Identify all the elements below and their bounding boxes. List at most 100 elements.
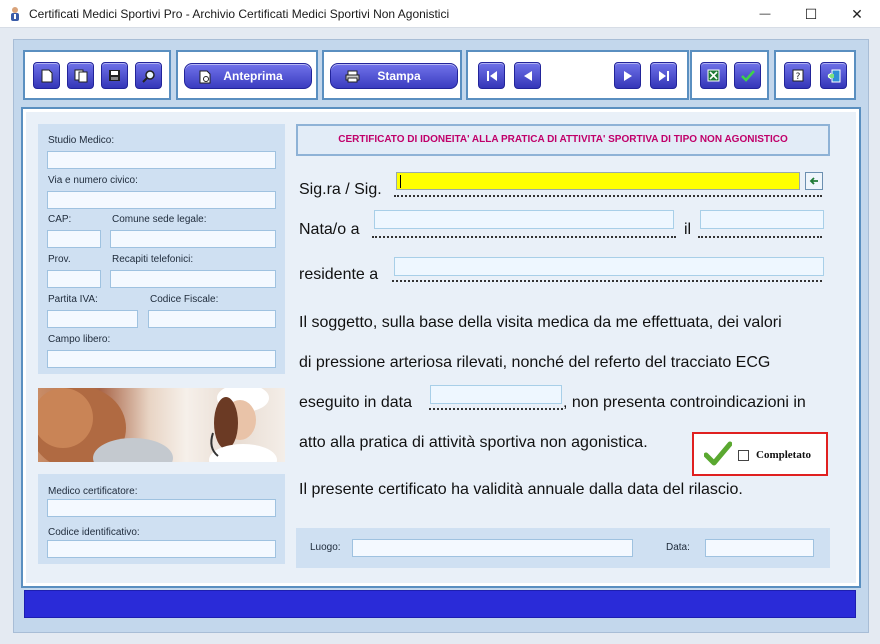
main-panel: Studio Medico: Via e numero civico: CAP:…: [21, 107, 861, 588]
paragraph-line-4: atto alla pratica di attività sportiva n…: [299, 434, 648, 451]
free-field[interactable]: [47, 350, 276, 368]
first-record-button[interactable]: [478, 62, 505, 89]
free-field-label: Campo libero:: [48, 334, 111, 345]
place-field[interactable]: [352, 539, 633, 557]
new-button[interactable]: [33, 62, 60, 89]
exit-button[interactable]: [820, 62, 847, 89]
new-icon: [41, 69, 52, 82]
birthdate-field[interactable]: [700, 210, 824, 229]
maximize-button[interactable]: ☐: [788, 0, 834, 28]
search-button[interactable]: [135, 62, 162, 89]
green-checkmark-icon: [704, 441, 732, 466]
svg-text:?: ?: [795, 72, 800, 82]
exam-date-field[interactable]: [430, 385, 562, 404]
minimize-button[interactable]: —: [742, 0, 788, 28]
completed-label: Completato: [756, 449, 811, 461]
toolbar-preview-group: Anteprima: [176, 50, 318, 100]
search-icon: [141, 69, 155, 83]
date-label: Data:: [666, 542, 690, 553]
name-lookup-button[interactable]: [805, 172, 823, 190]
copy-icon: [74, 69, 87, 82]
address-label: Via e numero civico:: [48, 175, 138, 186]
first-record-icon: [486, 70, 497, 81]
print-icon: [345, 70, 360, 83]
birthplace-field[interactable]: [374, 210, 674, 229]
residence-field[interactable]: [394, 257, 824, 276]
studio-label: Studio Medico:: [48, 135, 115, 146]
comune-label: Comune sede legale:: [112, 214, 207, 225]
date-field[interactable]: [705, 539, 814, 557]
address-field[interactable]: [47, 191, 276, 209]
studio-card: Studio Medico: Via e numero civico: CAP:…: [38, 124, 285, 374]
last-record-button[interactable]: [650, 62, 677, 89]
vat-label: Partita IVA:: [48, 294, 98, 305]
vat-field[interactable]: [47, 310, 138, 328]
doctor-field[interactable]: [47, 499, 276, 517]
copy-button[interactable]: [67, 62, 94, 89]
window-body: Anteprima Stampa ? Studio Medico: Via e …: [0, 28, 880, 644]
phone-field[interactable]: [110, 270, 276, 288]
close-button[interactable]: ✕: [834, 0, 880, 28]
prov-field[interactable]: [47, 270, 101, 288]
preview-button[interactable]: Anteprima: [184, 63, 312, 89]
doctor-patient-image: [38, 388, 277, 462]
toolbar-help-group: ?: [774, 50, 856, 100]
status-bar: [24, 590, 856, 618]
preview-icon: [199, 70, 211, 84]
validity-text: Il presente certificato ha validità annu…: [299, 481, 743, 498]
name-prefix: Sig.ra / Sig.: [299, 181, 382, 198]
born-on-label: il: [684, 221, 692, 238]
help-icon: ?: [792, 69, 803, 82]
residence-dots: [392, 280, 822, 282]
toolbar-file-group: [23, 50, 171, 100]
arrow-left-icon: [809, 177, 818, 185]
app-icon: [11, 7, 19, 21]
completed-box: Completato: [692, 432, 828, 476]
doctor-photo: [38, 388, 285, 462]
doctor-card: Medico certificatore: Codice identificat…: [38, 474, 285, 564]
preview-label: Anteprima: [223, 69, 283, 83]
main-panel-inner: Studio Medico: Via e numero civico: CAP:…: [26, 112, 856, 583]
title-bar: Certificati Medici Sportivi Pro - Archiv…: [0, 0, 880, 28]
birthdate-dots: [698, 236, 822, 238]
comune-field[interactable]: [110, 230, 276, 248]
doctor-label: Medico certificatore:: [48, 486, 138, 497]
place-label: Luogo:: [310, 542, 341, 553]
exam-date-dots: [429, 408, 563, 410]
confirm-icon: [740, 69, 755, 82]
prov-label: Prov.: [48, 254, 71, 265]
paragraph-line-3b: , non presenta controindicazioni in: [563, 394, 806, 411]
toolbar-navigation-group: [466, 50, 689, 100]
window-title: Certificati Medici Sportivi Pro - Archiv…: [29, 7, 450, 21]
patient-name-field[interactable]: [396, 172, 800, 190]
cap-field[interactable]: [47, 230, 101, 248]
save-button[interactable]: [101, 62, 128, 89]
studio-field[interactable]: [47, 151, 276, 169]
save-icon: [109, 70, 120, 81]
toolbar-actions-group: [690, 50, 769, 100]
certificate-title-box: CERTIFICATO DI IDONEITA' ALLA PRATICA DI…: [296, 124, 830, 156]
print-label: Stampa: [377, 69, 421, 83]
phone-label: Recapiti telefonici:: [112, 254, 194, 265]
previous-record-button[interactable]: [514, 62, 541, 89]
born-prefix: Nata/o a: [299, 221, 360, 238]
completed-checkbox[interactable]: [738, 450, 749, 461]
doctor-id-field[interactable]: [47, 540, 276, 558]
print-button[interactable]: Stampa: [330, 63, 458, 89]
paragraph-line-2: di pressione arteriosa rilevati, nonché …: [299, 354, 771, 371]
doctor-id-label: Codice identificativo:: [48, 527, 140, 538]
excel-icon: [707, 69, 720, 82]
help-button[interactable]: ?: [784, 62, 811, 89]
place-date-bar: Luogo: Data:: [296, 528, 830, 568]
paragraph-line-1: Il soggetto, sulla base della visita med…: [299, 314, 782, 331]
tax-code-field[interactable]: [148, 310, 276, 328]
export-excel-button[interactable]: [700, 62, 727, 89]
form-container: Anteprima Stampa ? Studio Medico: Via e …: [13, 39, 869, 633]
maximize-icon: ☐: [804, 5, 818, 22]
birthplace-dots: [372, 236, 676, 238]
next-record-button[interactable]: [614, 62, 641, 89]
certificate-title: CERTIFICATO DI IDONEITA' ALLA PRATICA DI…: [338, 134, 788, 145]
previous-record-icon: [523, 70, 532, 81]
confirm-button[interactable]: [734, 62, 761, 89]
tax-code-label: Codice Fiscale:: [150, 294, 219, 305]
